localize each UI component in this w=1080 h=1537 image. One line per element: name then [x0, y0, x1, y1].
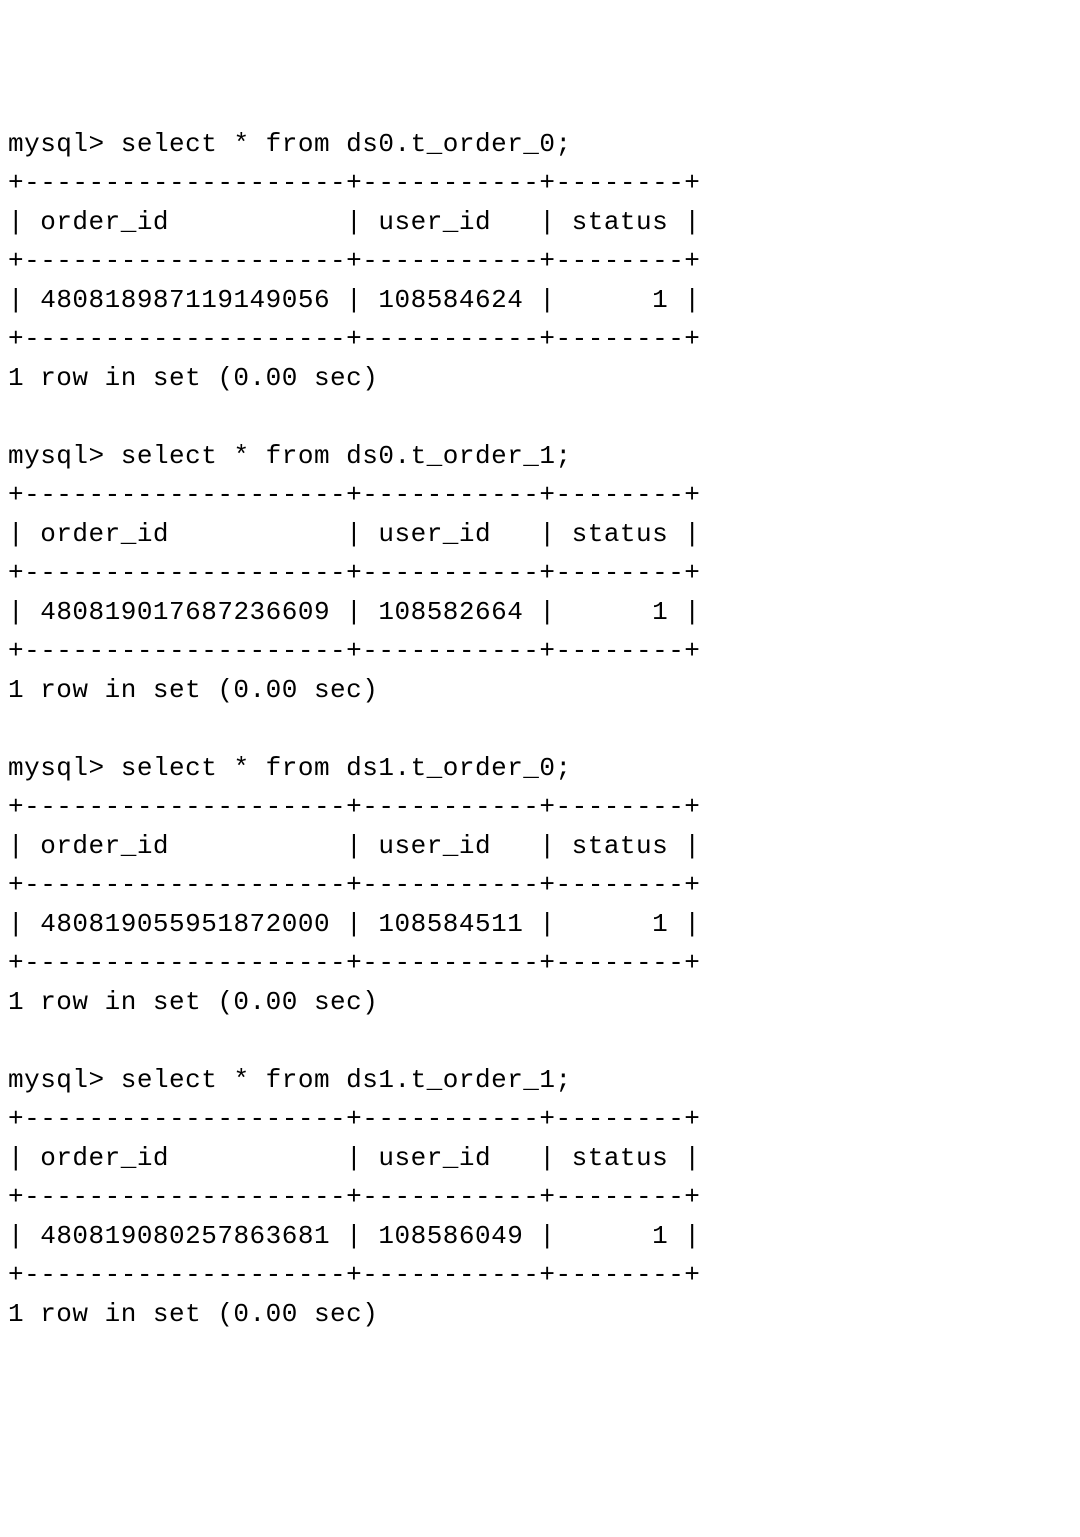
column-header: user_id — [378, 1143, 491, 1173]
cell-value: 108584624 — [378, 285, 523, 315]
mysql-prompt: mysql> — [8, 753, 105, 783]
table-border: +--------------------+-----------+------… — [8, 324, 700, 354]
result-footer: 1 row in set (0.00 sec) — [8, 363, 378, 393]
sql-command: select * from ds1.t_order_0; — [121, 753, 572, 783]
table-border: +--------------------+-----------+------… — [8, 792, 700, 822]
mysql-prompt: mysql> — [8, 129, 105, 159]
sql-command: select * from ds1.t_order_1; — [121, 1065, 572, 1095]
column-header: user_id — [378, 207, 491, 237]
table-border: +--------------------+-----------+------… — [8, 870, 700, 900]
table-border: +--------------------+-----------+------… — [8, 246, 700, 276]
column-header: status — [572, 1143, 669, 1173]
cell-value: 1 — [652, 285, 668, 315]
mysql-prompt: mysql> — [8, 441, 105, 471]
column-header: status — [572, 207, 669, 237]
mysql-prompt: mysql> — [8, 1065, 105, 1095]
result-footer: 1 row in set (0.00 sec) — [8, 987, 378, 1017]
cell-value: 1 — [652, 597, 668, 627]
cell-value: 480819017687236609 — [40, 597, 330, 627]
column-header: order_id — [40, 1143, 169, 1173]
table-border: +--------------------+-----------+------… — [8, 1104, 700, 1134]
column-header: user_id — [378, 831, 491, 861]
column-header: order_id — [40, 207, 169, 237]
terminal-output: mysql> select * from ds0.t_order_0; +---… — [8, 125, 1072, 1334]
column-header: order_id — [40, 831, 169, 861]
cell-value: 480819055951872000 — [40, 909, 330, 939]
column-header: status — [572, 831, 669, 861]
table-border: +--------------------+-----------+------… — [8, 1260, 700, 1290]
result-footer: 1 row in set (0.00 sec) — [8, 1299, 378, 1329]
cell-value: 1 — [652, 909, 668, 939]
cell-value: 108582664 — [378, 597, 523, 627]
cell-value: 480818987119149056 — [40, 285, 330, 315]
table-border: +--------------------+-----------+------… — [8, 480, 700, 510]
column-header: status — [572, 519, 669, 549]
cell-value: 1 — [652, 1221, 668, 1251]
sql-command: select * from ds0.t_order_1; — [121, 441, 572, 471]
table-border: +--------------------+-----------+------… — [8, 168, 700, 198]
table-border: +--------------------+-----------+------… — [8, 558, 700, 588]
table-border: +--------------------+-----------+------… — [8, 636, 700, 666]
column-header: order_id — [40, 519, 169, 549]
cell-value: 480819080257863681 — [40, 1221, 330, 1251]
sql-command: select * from ds0.t_order_0; — [121, 129, 572, 159]
result-footer: 1 row in set (0.00 sec) — [8, 675, 378, 705]
cell-value: 108586049 — [378, 1221, 523, 1251]
column-header: user_id — [378, 519, 491, 549]
table-border: +--------------------+-----------+------… — [8, 948, 700, 978]
cell-value: 108584511 — [378, 909, 523, 939]
table-border: +--------------------+-----------+------… — [8, 1182, 700, 1212]
